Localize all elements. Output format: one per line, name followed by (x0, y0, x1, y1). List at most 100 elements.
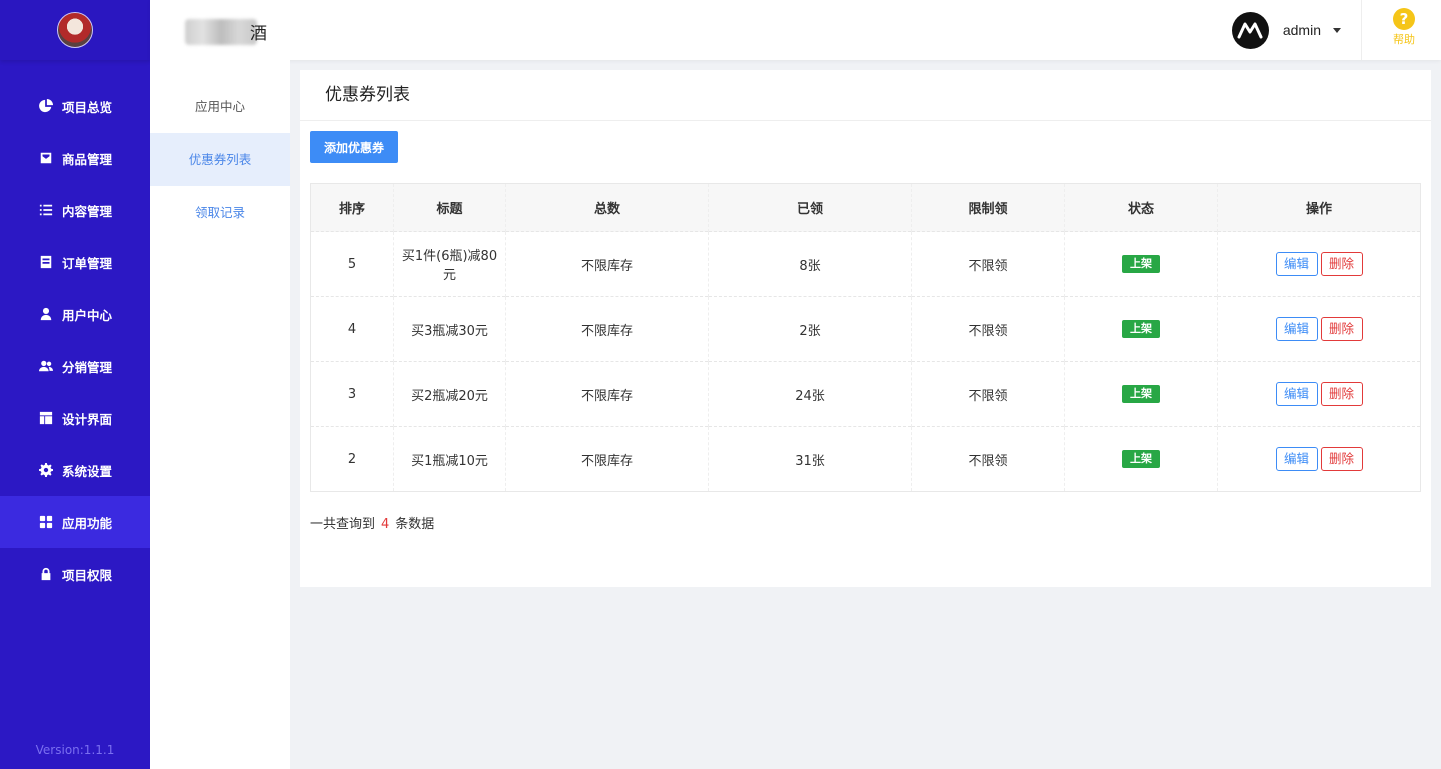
brand-logo[interactable] (57, 12, 93, 48)
cell-actions: 编辑 删除 (1217, 231, 1421, 297)
help-icon: ? (1393, 8, 1415, 30)
cell-sort: 5 (310, 231, 394, 297)
status-badge: 上架 (1122, 320, 1160, 338)
cell-total: 不限库存 (505, 361, 709, 427)
table-row: 2 买1瓶减10元 不限库存 31张 不限领 上架 编辑 删除 (310, 426, 1421, 492)
sidebar-item-apps[interactable]: 应用功能 (0, 496, 150, 548)
cell-total: 不限库存 (505, 296, 709, 362)
cell-status: 上架 (1064, 296, 1218, 362)
cell-claimed: 8张 (708, 231, 912, 297)
sidebar-item-label: 用户中心 (62, 307, 113, 323)
subnav-item-coupon-list[interactable]: 优惠券列表 (150, 133, 290, 186)
sidebar-item-users[interactable]: 用户中心 (0, 288, 150, 340)
table-row: 3 买2瓶减20元 不限库存 24张 不限领 上架 编辑 删除 (310, 361, 1421, 427)
lock-icon (38, 566, 54, 582)
table-row: 4 买3瓶减30元 不限库存 2张 不限领 上架 编辑 删除 (310, 296, 1421, 362)
help-label: 帮助 (1393, 33, 1415, 46)
document-icon (38, 254, 54, 270)
sidebar-item-orders[interactable]: 订单管理 (0, 236, 150, 288)
cell-title: 买1瓶减10元 (393, 426, 506, 492)
chevron-down-icon[interactable] (1333, 27, 1341, 33)
cell-limit: 不限领 (911, 231, 1065, 297)
project-title-redacted (185, 19, 257, 45)
edit-button[interactable]: 编辑 (1275, 447, 1318, 471)
avatar[interactable] (1231, 11, 1269, 49)
user-menu[interactable]: admin (1231, 11, 1341, 49)
grid-icon (38, 514, 54, 530)
summary-prefix: 一共查询到 (310, 517, 376, 532)
cell-limit: 不限领 (911, 296, 1065, 362)
project-title: 酒 (250, 24, 267, 44)
sidebar-item-distribution[interactable]: 分销管理 (0, 340, 150, 392)
sidebar-item-label: 系统设置 (62, 463, 113, 479)
cell-status: 上架 (1064, 426, 1218, 492)
summary-suffix: 条数据 (395, 517, 435, 532)
cell-actions: 编辑 删除 (1217, 361, 1421, 427)
column-header: 操作 (1217, 183, 1421, 232)
add-coupon-button[interactable]: 添加优惠券 (310, 131, 398, 163)
cell-title: 买3瓶减30元 (393, 296, 506, 362)
edit-button[interactable]: 编辑 (1275, 382, 1318, 406)
sidebar-item-label: 分销管理 (62, 359, 113, 375)
subnav-item-claim-records[interactable]: 领取记录 (150, 186, 290, 239)
column-header: 状态 (1064, 183, 1218, 232)
cell-title: 买2瓶减20元 (393, 361, 506, 427)
coupon-table: 排序 标题 总数 已领 限制领 状态 操作 5 买1件(6瓶)减80元 不限库存… (310, 183, 1421, 492)
brand-m-icon (1237, 22, 1263, 39)
edit-button[interactable]: 编辑 (1275, 317, 1318, 341)
status-badge: 上架 (1122, 255, 1160, 273)
user-icon (38, 306, 54, 322)
cell-sort: 4 (310, 296, 394, 362)
version-label: Version:1.1.1 (35, 743, 115, 757)
sidebar-item-label: 设计界面 (62, 411, 113, 427)
status-badge: 上架 (1122, 385, 1160, 403)
subnav-item-app-center[interactable]: 应用中心 (150, 80, 290, 133)
pie-chart-icon (38, 98, 54, 114)
status-badge: 上架 (1122, 450, 1160, 468)
edit-button[interactable]: 编辑 (1275, 252, 1318, 276)
result-summary: 一共查询到 4 条数据 (310, 513, 434, 532)
sidebar-item-products[interactable]: 商品管理 (0, 132, 150, 184)
summary-count: 4 (381, 517, 390, 532)
page-title: 优惠券列表 (300, 70, 1431, 121)
main-nav: 项目总览 商品管理 内容管理 订单管理 用户中心 分销管理 设计界面 系统设置 (0, 80, 150, 600)
sidebar-item-label: 应用功能 (62, 515, 113, 531)
cell-total: 不限库存 (505, 231, 709, 297)
delete-button[interactable]: 删除 (1320, 447, 1363, 471)
sidebar-item-label: 订单管理 (62, 255, 113, 271)
cell-sort: 3 (310, 361, 394, 427)
cell-total: 不限库存 (505, 426, 709, 492)
list-icon (38, 202, 54, 218)
column-header: 总数 (505, 183, 709, 232)
help-button[interactable]: ? 帮助 (1379, 8, 1429, 47)
sidebar-item-label: 项目权限 (62, 567, 113, 583)
delete-button[interactable]: 删除 (1320, 252, 1363, 276)
column-header: 已领 (708, 183, 912, 232)
cell-status: 上架 (1064, 361, 1218, 427)
sidebar-item-design[interactable]: 设计界面 (0, 392, 150, 444)
username[interactable]: admin (1283, 22, 1321, 38)
gear-icon (38, 462, 54, 478)
cell-claimed: 24张 (708, 361, 912, 427)
cell-limit: 不限领 (911, 426, 1065, 492)
cell-title: 买1件(6瓶)减80元 (393, 231, 506, 297)
tag-icon (38, 150, 54, 166)
table-row: 5 买1件(6瓶)减80元 不限库存 8张 不限领 上架 编辑 删除 (310, 231, 1421, 297)
delete-button[interactable]: 删除 (1320, 317, 1363, 341)
cell-actions: 编辑 删除 (1217, 296, 1421, 362)
sidebar-item-label: 商品管理 (62, 151, 113, 167)
coupon-list-panel: 优惠券列表 添加优惠券 排序 标题 总数 已领 限制领 状态 操作 5 买1件(… (300, 70, 1431, 587)
main-sidebar: 项目总览 商品管理 内容管理 订单管理 用户中心 分销管理 设计界面 系统设置 (0, 0, 150, 769)
column-header: 排序 (310, 183, 394, 232)
logo-area (0, 0, 150, 60)
sidebar-item-content[interactable]: 内容管理 (0, 184, 150, 236)
cell-status: 上架 (1064, 231, 1218, 297)
column-header: 标题 (393, 183, 506, 232)
delete-button[interactable]: 删除 (1320, 382, 1363, 406)
users-icon (38, 358, 54, 374)
sidebar-item-overview[interactable]: 项目总览 (0, 80, 150, 132)
table-header-row: 排序 标题 总数 已领 限制领 状态 操作 (310, 183, 1421, 232)
sidebar-item-settings[interactable]: 系统设置 (0, 444, 150, 496)
sidebar-item-permissions[interactable]: 项目权限 (0, 548, 150, 600)
cell-actions: 编辑 删除 (1217, 426, 1421, 492)
